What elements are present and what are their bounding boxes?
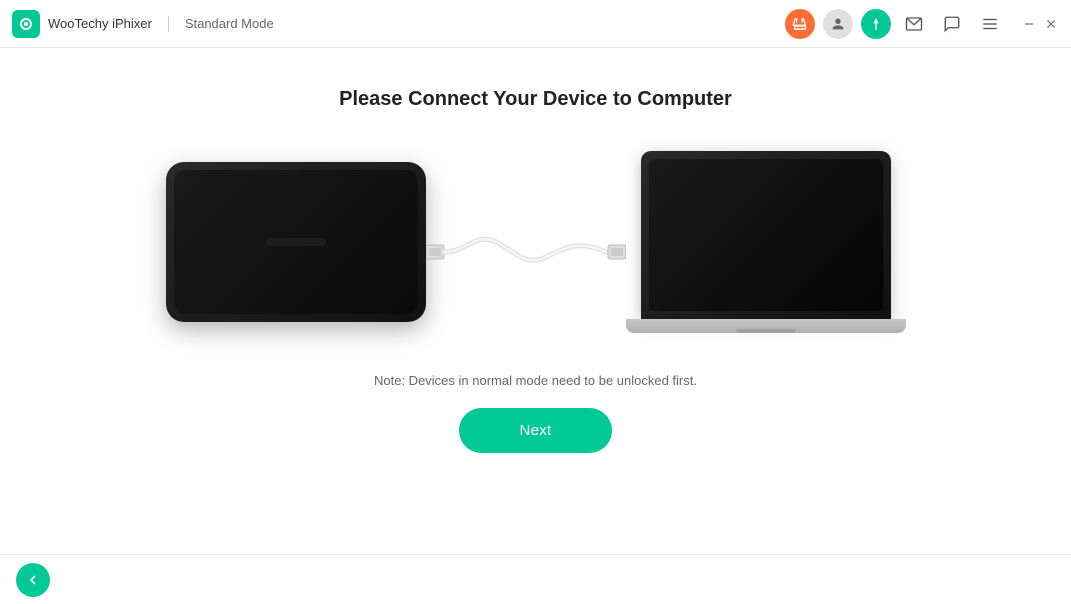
- bottom-bar: [0, 554, 1071, 604]
- chat-icon-button[interactable]: [937, 9, 967, 39]
- iphone-illustration: [166, 162, 426, 322]
- device-illustration: [166, 151, 906, 333]
- back-button[interactable]: [16, 563, 50, 597]
- app-name-label: WooTechy iPhixer: [48, 16, 152, 31]
- laptop-base: [626, 319, 906, 333]
- titlebar: WooTechy iPhixer Standard Mode: [0, 0, 1071, 48]
- note-text: Note: Devices in normal mode need to be …: [374, 373, 697, 388]
- title-divider: [168, 16, 169, 32]
- upgrade-icon-button[interactable]: [861, 9, 891, 39]
- shop-icon-button[interactable]: [785, 9, 815, 39]
- page-title: Please Connect Your Device to Computer: [339, 88, 732, 111]
- cable-illustration: [426, 202, 626, 302]
- laptop-screen: [641, 151, 891, 319]
- menu-icon-button[interactable]: [975, 9, 1005, 39]
- window-controls: [1021, 16, 1059, 32]
- laptop-illustration: [626, 151, 906, 333]
- next-button[interactable]: Next: [459, 408, 611, 453]
- user-icon-button[interactable]: [823, 9, 853, 39]
- app-logo: [12, 10, 40, 38]
- titlebar-left: WooTechy iPhixer Standard Mode: [12, 10, 785, 38]
- titlebar-right: [785, 9, 1059, 39]
- mail-icon-button[interactable]: [899, 9, 929, 39]
- main-content: Please Connect Your Device to Computer: [0, 48, 1071, 554]
- minimize-button[interactable]: [1021, 16, 1037, 32]
- close-button[interactable]: [1043, 16, 1059, 32]
- mode-label: Standard Mode: [185, 16, 274, 31]
